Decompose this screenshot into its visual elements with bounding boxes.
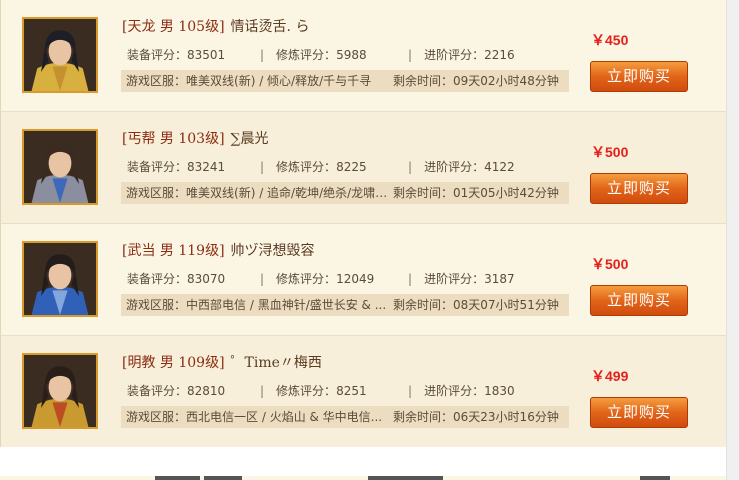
character-portrait-art xyxy=(24,355,96,427)
character-portrait-art xyxy=(24,131,96,203)
advance-score: 2216 xyxy=(484,48,515,62)
advance-score-label: 进阶评分： xyxy=(424,384,485,398)
listing-row: [天龙 男 105级] 情话烫舌. ら 装备评分：83501 | 修炼评分：5988 |… xyxy=(0,0,727,111)
listing-title[interactable]: [丐帮 男 103级] ∑晨光 xyxy=(122,128,269,148)
train-score-label: 修炼评分： xyxy=(276,384,337,398)
thumb-edge xyxy=(155,476,200,480)
character-name: 情话烫舌. ら xyxy=(230,19,310,35)
divider: | xyxy=(260,160,265,174)
equip-score-label: 装备评分： xyxy=(127,272,188,286)
score-line: 装备评分：83501 | 修炼评分：5988 | 进阶评分：2216 xyxy=(127,46,515,63)
equip-score-label: 装备评分： xyxy=(127,384,188,398)
server-time-bar: 游戏区服：西北电信一区 / 火焰山 & 华中电信... 剩余时间：06天23小时… xyxy=(121,406,569,428)
character-class-level: [明教 男 109级] xyxy=(122,355,225,371)
advance-score-label: 进阶评分： xyxy=(424,48,485,62)
buy-now-button[interactable]: 立即购买 xyxy=(590,173,688,204)
character-name: ∑晨光 xyxy=(230,131,269,147)
score-line: 装备评分：83241 | 修炼评分：8225 | 进阶评分：4122 xyxy=(127,158,515,175)
character-class-level: [丐帮 男 103级] xyxy=(122,131,225,147)
train-score-label: 修炼评分： xyxy=(276,160,337,174)
equip-score: 83501 xyxy=(187,48,226,62)
buy-now-button[interactable]: 立即购买 xyxy=(590,61,688,92)
price: ￥499 xyxy=(591,368,629,384)
character-name: ゜Time〃梅西 xyxy=(230,355,322,371)
advance-score: 4122 xyxy=(484,160,515,174)
thumb-edge xyxy=(640,476,670,480)
character-portrait[interactable] xyxy=(22,241,98,317)
character-portrait[interactable] xyxy=(22,353,98,429)
next-row-edge xyxy=(0,476,727,480)
listing-row: [武当 男 119级] 帅ヅ浔想毁容 装备评分：83070 | 修炼评分：12049 |… xyxy=(0,223,727,335)
time-left-value: 01天05小时42分钟 xyxy=(453,186,559,200)
divider: | xyxy=(260,272,265,286)
advance-score: 3187 xyxy=(484,272,515,286)
divider: | xyxy=(408,160,413,174)
train-score: 5988 xyxy=(336,48,367,62)
equip-score: 83241 xyxy=(187,160,226,174)
price: ￥450 xyxy=(591,32,629,48)
price: ￥500 xyxy=(591,256,629,272)
advance-score-label: 进阶评分： xyxy=(424,272,485,286)
time-left-value: 06天23小时16分钟 xyxy=(453,410,559,424)
equip-score: 83070 xyxy=(187,272,226,286)
character-portrait-art xyxy=(24,243,96,315)
train-score-label: 修炼评分： xyxy=(276,48,337,62)
server-value: 唯美双线(新) / 倾心/释放/千与千寻 xyxy=(186,74,372,88)
character-portrait-art xyxy=(24,19,96,91)
listing-title[interactable]: [武当 男 119级] 帅ヅ浔想毁容 xyxy=(122,240,315,260)
server-time-bar: 游戏区服：中西部电信 / 黑血神针/盛世长安 & ... 剩余时间：08天07小… xyxy=(121,294,569,316)
time-left-label: 剩余时间： xyxy=(393,186,454,200)
server-value: 中西部电信 / 黑血神针/盛世长安 & ... xyxy=(186,298,387,312)
divider: | xyxy=(408,384,413,398)
character-class-level: [武当 男 119级] xyxy=(122,243,225,259)
train-score: 12049 xyxy=(336,272,375,286)
divider: | xyxy=(260,48,265,62)
time-left-label: 剩余时间： xyxy=(393,410,454,424)
character-portrait[interactable] xyxy=(22,129,98,205)
listing-row: [丐帮 男 103级] ∑晨光 装备评分：83241 | 修炼评分：8225 | 进阶评分… xyxy=(0,111,727,223)
train-score: 8225 xyxy=(336,160,367,174)
server-value: 西北电信一区 / 火焰山 & 华中电信... xyxy=(186,410,383,424)
thumb-edge xyxy=(368,476,443,480)
server-value: 唯美双线(新) / 追命/乾坤/绝杀/龙啸/... xyxy=(186,186,388,200)
divider: | xyxy=(260,384,265,398)
listing-title[interactable]: [明教 男 109级] ゜Time〃梅西 xyxy=(122,352,322,372)
divider: | xyxy=(408,272,413,286)
server-label: 游戏区服： xyxy=(126,410,187,424)
listing-title[interactable]: [天龙 男 105级] 情话烫舌. ら xyxy=(122,16,309,36)
equip-score-label: 装备评分： xyxy=(127,48,188,62)
buy-now-button[interactable]: 立即购买 xyxy=(590,285,688,316)
advance-score: 1830 xyxy=(484,384,515,398)
score-line: 装备评分：83070 | 修炼评分：12049 | 进阶评分：3187 xyxy=(127,270,515,287)
server-label: 游戏区服： xyxy=(126,74,187,88)
server-time-bar: 游戏区服：唯美双线(新) / 倾心/释放/千与千寻 剩余时间：09天02小时48… xyxy=(121,70,569,92)
scrollbar[interactable] xyxy=(726,0,739,480)
buy-now-button[interactable]: 立即购买 xyxy=(590,397,688,428)
server-label: 游戏区服： xyxy=(126,298,187,312)
listing-list: 装备评分：|修炼评分：|进阶评分： 游戏区服：中西部电信 / 五毒秘传/金钟罩/… xyxy=(0,0,727,447)
price: ￥500 xyxy=(591,144,629,160)
equip-score: 82810 xyxy=(187,384,226,398)
score-line: 装备评分：82810 | 修炼评分：8251 | 进阶评分：1830 xyxy=(127,382,515,399)
equip-score-label: 装备评分： xyxy=(127,160,188,174)
character-portrait[interactable] xyxy=(22,17,98,93)
server-label: 游戏区服： xyxy=(126,186,187,200)
advance-score-label: 进阶评分： xyxy=(424,160,485,174)
thumb-edge xyxy=(204,476,242,480)
train-score: 8251 xyxy=(336,384,367,398)
time-left-label: 剩余时间： xyxy=(393,298,454,312)
time-left-value: 09天02小时48分钟 xyxy=(453,74,559,88)
train-score-label: 修炼评分： xyxy=(276,272,337,286)
time-left-value: 08天07小时51分钟 xyxy=(453,298,559,312)
character-name: 帅ヅ浔想毁容 xyxy=(230,243,315,259)
time-left-label: 剩余时间： xyxy=(393,74,454,88)
listing-row: [明教 男 109级] ゜Time〃梅西 装备评分：82810 | 修炼评分：8251… xyxy=(0,335,727,447)
divider: | xyxy=(408,48,413,62)
character-class-level: [天龙 男 105级] xyxy=(122,19,225,35)
server-time-bar: 游戏区服：唯美双线(新) / 追命/乾坤/绝杀/龙啸/... 剩余时间：01天0… xyxy=(121,182,569,204)
